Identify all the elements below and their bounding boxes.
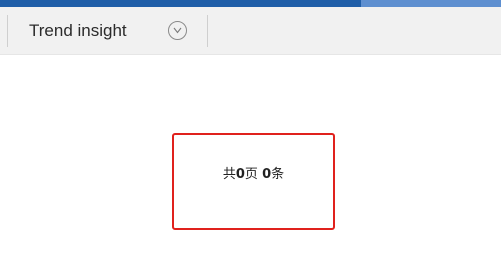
pagination-text: 共0页 0条 <box>174 166 333 184</box>
toolbar-divider-left <box>7 15 8 47</box>
pagination-prefix: 共 <box>222 167 236 182</box>
pagination-summary: 共0页 0条 <box>172 133 335 230</box>
page-unit: 页 <box>244 167 258 182</box>
window-top-strip <box>0 0 501 7</box>
panel-title: Trend insight <box>29 21 127 40</box>
item-count: 0 <box>262 167 272 182</box>
toolbar: Trend insight <box>0 7 501 55</box>
page-count: 0 <box>235 167 245 182</box>
content-area: 共0页 0条 <box>0 56 501 269</box>
chevron-down-icon <box>173 27 182 34</box>
item-unit: 条 <box>271 167 285 182</box>
collapse-button[interactable] <box>168 21 187 40</box>
toolbar-divider-right <box>207 15 208 47</box>
